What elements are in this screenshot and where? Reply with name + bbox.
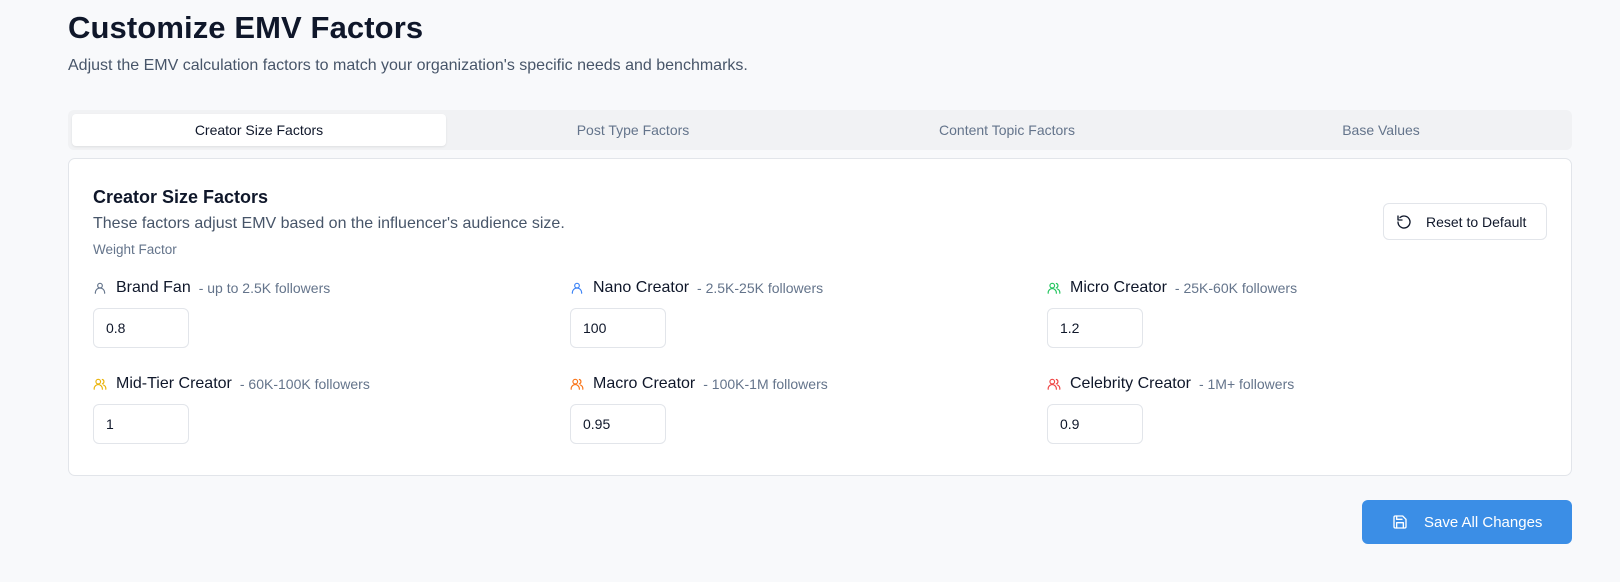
brand-fan-input[interactable] (93, 308, 189, 348)
factor-range: - 25K-60K followers (1174, 280, 1298, 296)
mid-tier-creator-input[interactable] (93, 404, 189, 444)
users-icon (570, 377, 593, 391)
card-title: Creator Size Factors (93, 187, 269, 207)
celebrity-creator-input[interactable] (1047, 404, 1143, 444)
factor-name: Nano Creator (593, 279, 690, 296)
reset-to-default-button[interactable]: Reset to Default (1383, 203, 1547, 240)
factor-name: Celebrity Creator (1070, 375, 1191, 392)
weight-factor-label: Weight Factor (93, 242, 177, 257)
reset-button-label: Reset to Default (1426, 213, 1527, 230)
factor-macro-creator: Macro Creator - 100K-1M followers (570, 373, 1030, 444)
micro-creator-input[interactable] (1047, 308, 1143, 348)
factor-range: - 60K-100K followers (239, 376, 370, 392)
tab-base-values[interactable]: Base Values (1194, 114, 1568, 146)
page: Customize EMV Factors Adjust the EMV cal… (0, 0, 1620, 582)
factor-name: Macro Creator (593, 375, 696, 392)
creator-size-card: Creator Size Factors These factors adjus… (68, 158, 1572, 476)
save-button-label: Save All Changes (1424, 513, 1543, 531)
tab-post-type-factors[interactable]: Post Type Factors (446, 114, 820, 146)
factor-name: Micro Creator (1070, 279, 1167, 296)
reset-icon (1396, 214, 1412, 230)
page-title: Customize EMV Factors (68, 10, 424, 45)
factor-range: - up to 2.5K followers (198, 280, 331, 296)
tab-creator-size-factors[interactable]: Creator Size Factors (72, 114, 446, 146)
macro-creator-input[interactable] (570, 404, 666, 444)
factor-range: - 1M+ followers (1198, 376, 1295, 392)
tab-list: Creator Size Factors Post Type Factors C… (68, 110, 1572, 150)
factor-range: - 100K-1M followers (703, 376, 828, 392)
users-icon (1047, 377, 1070, 391)
users-icon (1047, 281, 1070, 295)
users-icon (93, 377, 116, 391)
factor-name: Mid-Tier Creator (116, 375, 232, 392)
user-icon (93, 281, 116, 295)
factor-range: - 2.5K-25K followers (697, 280, 824, 296)
tab-content-topic-factors[interactable]: Content Topic Factors (820, 114, 1194, 146)
factor-brand-fan: Brand Fan - up to 2.5K followers (93, 277, 553, 348)
page-subtitle: Adjust the EMV calculation factors to ma… (68, 57, 748, 74)
card-description: These factors adjust EMV based on the in… (93, 215, 565, 232)
factor-nano-creator: Nano Creator - 2.5K-25K followers (570, 277, 1030, 348)
user-icon (570, 281, 593, 295)
save-icon (1392, 514, 1408, 530)
save-all-changes-button[interactable]: Save All Changes (1362, 500, 1572, 544)
factor-mid-tier-creator: Mid-Tier Creator - 60K-100K followers (93, 373, 553, 444)
factor-celebrity-creator: Celebrity Creator - 1M+ followers (1047, 373, 1507, 444)
factor-micro-creator: Micro Creator - 25K-60K followers (1047, 277, 1507, 348)
nano-creator-input[interactable] (570, 308, 666, 348)
factor-name: Brand Fan (116, 279, 191, 296)
